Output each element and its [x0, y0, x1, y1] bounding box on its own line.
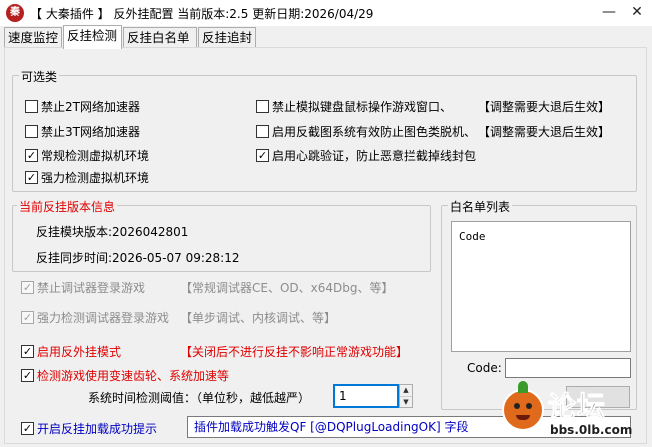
- close-button[interactable]: ✕: [622, 0, 652, 26]
- speed-detect-checkbox[interactable]: 检测游戏使用变速齿轮、系统加速等: [21, 367, 229, 384]
- module-version-text: 反挂模块版本:2026042801: [36, 225, 189, 239]
- load-prompt-checkbox[interactable]: 开启反挂加载成功提示: [21, 420, 157, 437]
- block-sim-input-note: 【调整需要大退后生效】: [478, 100, 611, 114]
- version-info-group-title: 当前反挂版本信息: [17, 198, 118, 215]
- load-prompt-label: 开启反挂加载成功提示: [37, 422, 158, 436]
- heartbeat-checkbox[interactable]: 启用心跳验证，防止恶意拦截掉线封包: [256, 147, 476, 164]
- checkbox-checked-icon: [21, 369, 34, 382]
- minimize-button[interactable]: —: [594, 0, 624, 26]
- checkbox-checked-icon: [21, 345, 34, 358]
- threshold-input[interactable]: 1: [333, 384, 399, 408]
- code-input[interactable]: [505, 358, 631, 378]
- checkbox-icon: [256, 125, 269, 138]
- checkbox-checked-icon: [21, 311, 34, 324]
- strong-debugger-note: 【单步调试、内核调试、等】: [180, 311, 337, 325]
- carrot-mascot-icon: [502, 381, 544, 431]
- vm-normal-checkbox[interactable]: 常规检测虚拟机环境: [25, 147, 149, 164]
- list-item[interactable]: Code: [459, 230, 486, 243]
- checkbox-icon: [256, 100, 269, 113]
- checkbox-icon: [25, 125, 38, 138]
- sync-time-text: 反挂同步时间:2026-05-07 09:28:12: [36, 251, 240, 265]
- block-debugger-note: 【常规调试器CE、OD、x64Dbg、等】: [180, 281, 394, 295]
- forum-watermark: 论坛 bbs.0lb.com: [498, 381, 648, 441]
- tab-anticheat-detect[interactable]: 反挂检测: [63, 25, 122, 49]
- checkbox-checked-icon: [21, 422, 34, 435]
- code-label: Code:: [467, 361, 502, 375]
- anticheat-mode-label: 启用反外挂模式: [37, 345, 122, 359]
- anticheat-mode-note: 【关闭后不进行反挂不影响正常游戏功能】: [180, 345, 409, 359]
- tab-anticheat-ban[interactable]: 反挂追封: [198, 27, 256, 48]
- checkbox-checked-icon: [256, 149, 269, 162]
- block-2t-label: 禁止2T网络加速器: [41, 100, 140, 114]
- block-sim-input-checkbox[interactable]: 禁止模拟键盘鼠标操作游戏窗口、: [256, 98, 452, 115]
- block-3t-checkbox[interactable]: 禁止3T网络加速器: [25, 123, 140, 140]
- watermark-logo-text: 论坛: [547, 390, 607, 424]
- block-debugger-label: 禁止调试器登录游戏: [37, 281, 146, 295]
- whitelist-group-title: 白名单列表: [448, 198, 513, 215]
- options-group-title: 可选类: [19, 68, 60, 85]
- checkbox-checked-icon: [25, 149, 38, 162]
- app-logo-icon: 秦: [6, 4, 24, 22]
- window-title: 【 大秦插件 】 反外挂配置 当前版本:2.5 更新日期:2026/04/29: [30, 7, 374, 21]
- checkbox-icon: [25, 100, 38, 113]
- threshold-label: 系统时间检测阈值：（单位秒，越低越严）: [88, 391, 311, 405]
- vm-normal-label: 常规检测虚拟机环境: [41, 149, 150, 163]
- checkbox-checked-icon: [25, 171, 38, 184]
- heartbeat-label: 启用心跳验证，防止恶意拦截掉线封包: [272, 149, 477, 163]
- block-debugger-checkbox[interactable]: 禁止调试器登录游戏: [21, 279, 145, 296]
- spin-up-icon[interactable]: ▲: [400, 385, 412, 396]
- threshold-spinner[interactable]: ▲ ▼: [399, 384, 413, 408]
- block-2t-checkbox[interactable]: 禁止2T网络加速器: [25, 98, 140, 115]
- block-3t-label: 禁止3T网络加速器: [41, 125, 140, 139]
- spin-down-icon[interactable]: ▼: [400, 396, 412, 407]
- anti-screenshot-label: 启用反截图系统有效防止图色类脱机、: [272, 125, 477, 139]
- whitelist-listbox[interactable]: Code: [451, 221, 631, 352]
- strong-debugger-checkbox[interactable]: 强力检测调试器登录游戏: [21, 309, 169, 326]
- anti-screenshot-checkbox[interactable]: 启用反截图系统有效防止图色类脱机、: [256, 123, 476, 140]
- anticheat-mode-checkbox[interactable]: 启用反外挂模式: [21, 343, 121, 360]
- block-sim-input-label: 禁止模拟键盘鼠标操作游戏窗口、: [272, 100, 453, 114]
- speed-detect-label: 检测游戏使用变速齿轮、系统加速等: [37, 369, 230, 383]
- anti-screenshot-note: 【调整需要大退后生效】: [478, 125, 611, 139]
- strong-debugger-label: 强力检测调试器登录游戏: [37, 311, 170, 325]
- tab-speed-monitor[interactable]: 速度监控: [4, 27, 62, 48]
- vm-strong-label: 强力检测虚拟机环境: [41, 171, 150, 185]
- watermark-site-text: bbs.0lb.com: [550, 423, 633, 437]
- tab-anticheat-whitelist[interactable]: 反挂白名单: [123, 27, 197, 48]
- vm-strong-checkbox[interactable]: 强力检测虚拟机环境: [25, 169, 149, 186]
- checkbox-checked-icon: [21, 281, 34, 294]
